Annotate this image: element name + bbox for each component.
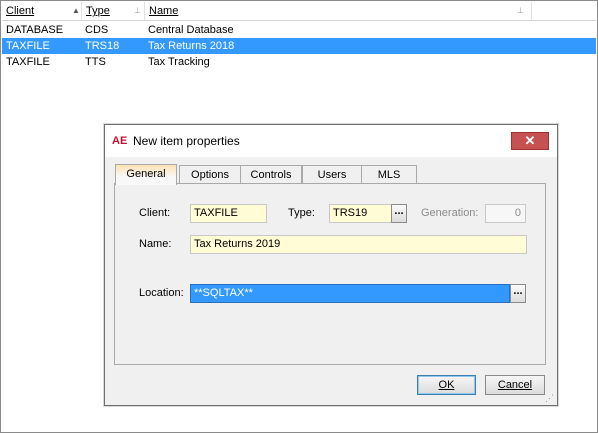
tab-mls-label: MLS (377, 169, 401, 181)
name-label: Name: (139, 238, 172, 250)
list-cell-name: Central Database (148, 24, 234, 36)
tab-options[interactable]: Options (179, 165, 241, 183)
tab-general-label: General (126, 168, 166, 180)
list-cell-client: TAXFILE (6, 40, 50, 52)
dialog-title: New item properties (133, 134, 240, 148)
column-header-client-label: Client (6, 5, 35, 17)
list-cell-type: TTS (85, 56, 106, 68)
list-cell-type: CDS (85, 24, 109, 36)
sort-ascending-icon: ▲ (72, 6, 80, 15)
new-item-properties-dialog: AE New item properties ✕ General Options… (104, 124, 558, 406)
list-row[interactable]: TAXFILE TTS Tax Tracking (2, 54, 596, 70)
tab-controls-label: Controls (250, 169, 292, 181)
dialog-titlebar[interactable]: AE New item properties ✕ (105, 125, 557, 157)
column-header-name-label: Name (149, 5, 179, 17)
column-header-name[interactable]: Name ⊥ (145, 2, 532, 20)
client-field[interactable]: TAXFILE (190, 204, 267, 223)
client-label: Client: (139, 207, 171, 219)
sort-neutral-icon: ⊥ (134, 6, 141, 15)
tab-users-label: Users (317, 169, 347, 181)
general-tab-panel: Client: TAXFILE Type: TRS19 ... Generati… (114, 183, 546, 365)
tab-mls[interactable]: MLS (361, 165, 417, 183)
location-browse-button[interactable]: ... (510, 284, 526, 303)
list-header: Client ▲ Type ⊥ Name ⊥ (2, 2, 596, 21)
type-field[interactable]: TRS19 (329, 204, 392, 223)
list-cell-name: Tax Returns 2018 (148, 40, 235, 52)
close-button[interactable]: ✕ (511, 132, 549, 150)
list-cell-name: Tax Tracking (148, 56, 210, 68)
column-header-type[interactable]: Type ⊥ (82, 2, 145, 20)
cancel-button[interactable]: Cancel (485, 375, 545, 395)
list-window: Client ▲ Type ⊥ Name ⊥ DATABASE CDS Cent… (0, 0, 598, 433)
list-row-selected[interactable]: TAXFILE TRS18 Tax Returns 2018 (2, 38, 596, 54)
type-browse-button[interactable]: ... (391, 204, 407, 223)
sort-neutral-icon: ⊥ (517, 6, 524, 15)
name-field[interactable]: Tax Returns 2019 (190, 235, 527, 254)
resize-grip-icon[interactable]: ⋰ (545, 393, 555, 403)
tab-options-label: Options (191, 169, 229, 181)
generation-label: Generation: (421, 207, 479, 219)
type-label: Type: (288, 207, 315, 219)
column-header-client[interactable]: Client ▲ (2, 2, 82, 20)
location-label: Location: (139, 287, 184, 299)
tab-controls[interactable]: Controls (240, 165, 302, 183)
app-logo-icon: AE (112, 135, 128, 147)
ok-button-label: OK (438, 379, 455, 391)
ok-button[interactable]: OK (417, 375, 476, 395)
generation-field: 0 (485, 204, 526, 223)
tab-users[interactable]: Users (302, 165, 362, 183)
list-cell-client: TAXFILE (6, 56, 50, 68)
cancel-button-label: Cancel (497, 379, 533, 391)
list-row[interactable]: DATABASE CDS Central Database (2, 22, 596, 38)
list-cell-client: DATABASE (6, 24, 64, 36)
close-icon: ✕ (524, 133, 536, 148)
location-field[interactable]: **SQLTAX** (190, 284, 510, 303)
tab-general[interactable]: General (115, 164, 177, 185)
column-header-type-label: Type (86, 5, 110, 17)
list-cell-type: TRS18 (85, 40, 120, 52)
